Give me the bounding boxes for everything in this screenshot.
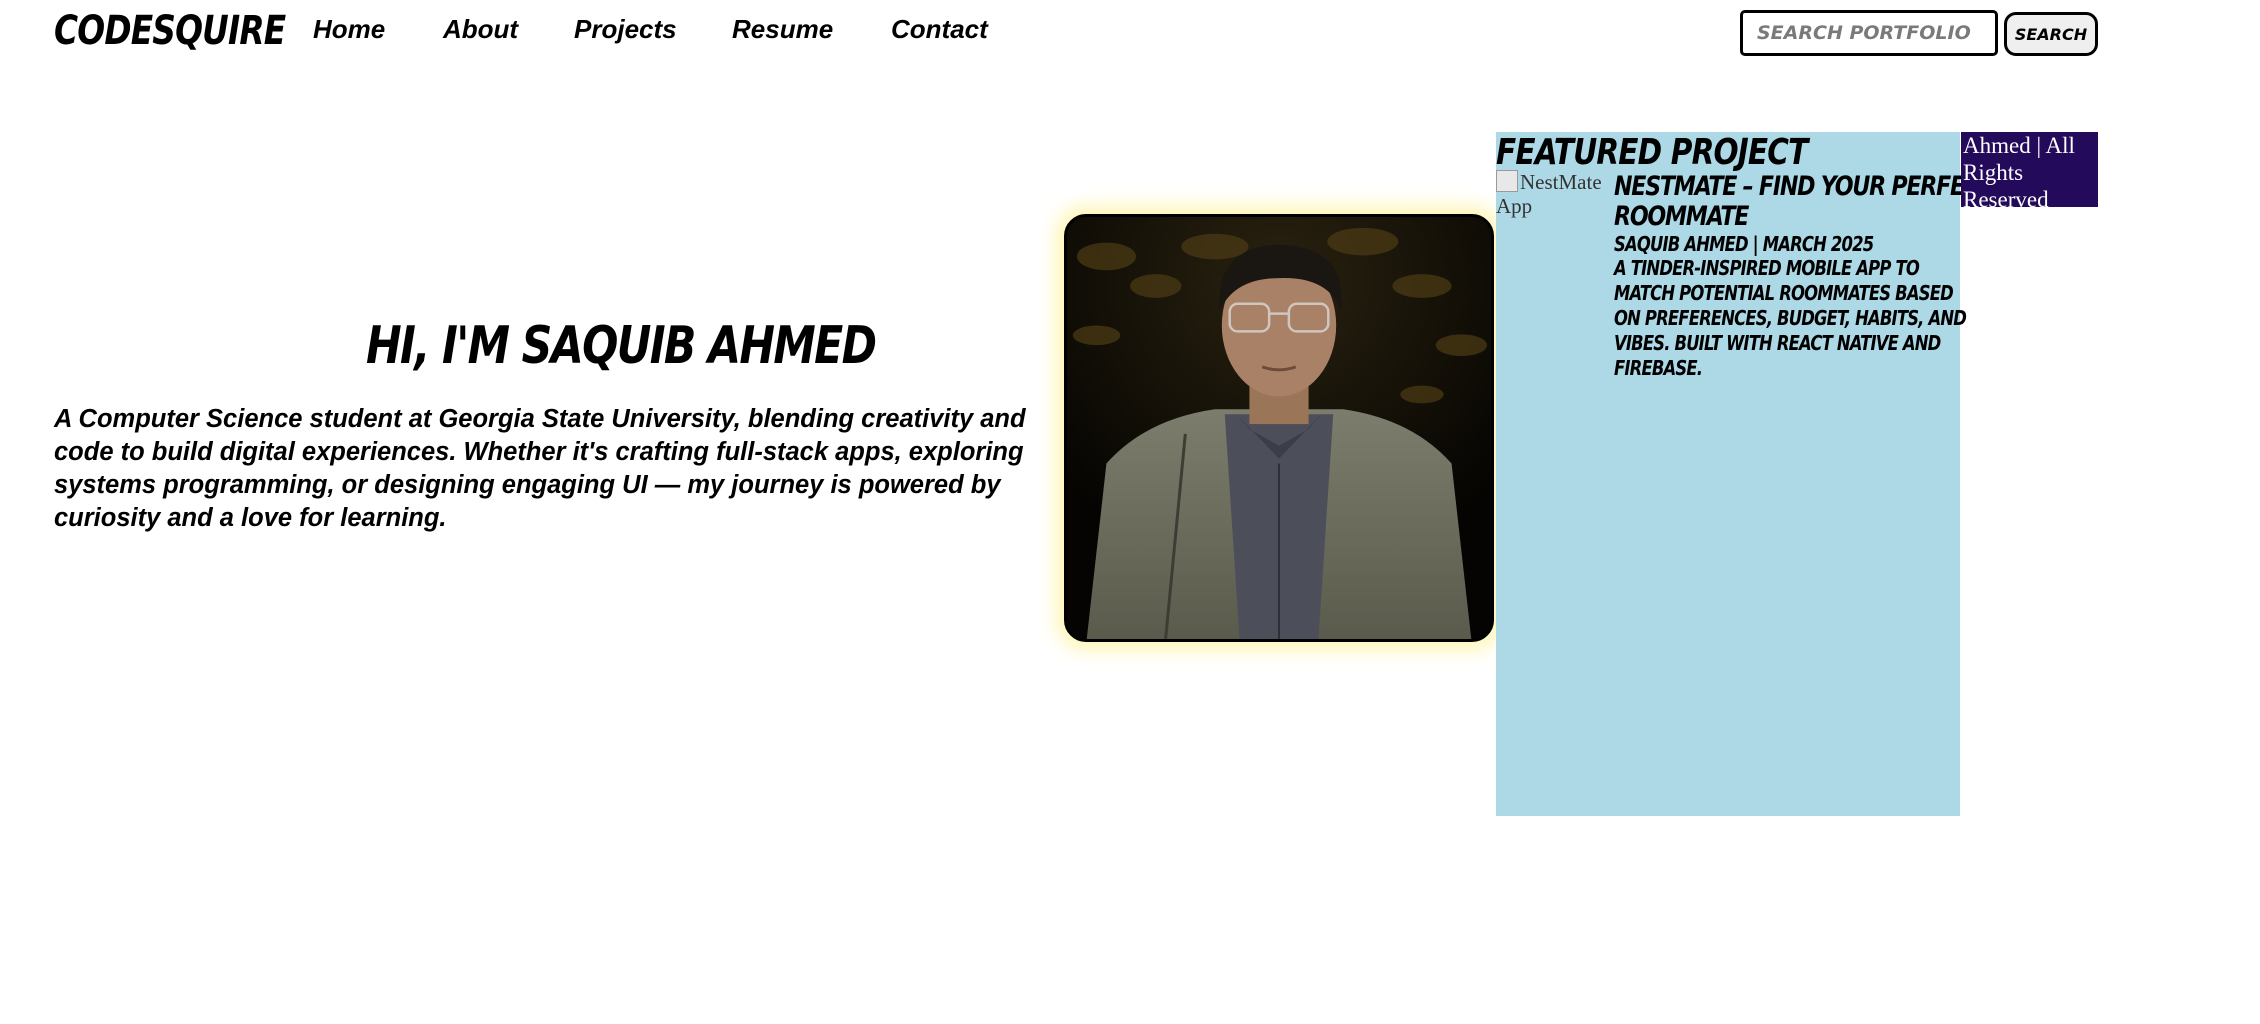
footer-copyright: Ahmed | All Rights Reserved: [1961, 132, 2098, 207]
nav-link-home[interactable]: Home: [313, 14, 385, 45]
project-description-line-1: A Tinder-inspired mobile app to: [1614, 256, 1920, 280]
project-description-line-4: vibes. Built with React Native and: [1614, 331, 1941, 355]
featured-heading: Featured Project: [1496, 132, 1808, 173]
project-meta: Saquib Ahmed | March 2025: [1614, 232, 1874, 256]
featured-project-panel: Featured Project NestMate App NestMate –…: [1496, 132, 1994, 816]
search-button[interactable]: Search: [2004, 12, 2098, 56]
hero-description: A Computer Science student at Georgia St…: [54, 405, 1026, 532]
nav-link-resume[interactable]: Resume: [732, 14, 833, 45]
nav-link-projects[interactable]: Projects: [574, 14, 677, 45]
project-image: NestMate App: [1496, 170, 1608, 246]
project-description-line-2: match potential roommates based: [1614, 281, 1954, 305]
project-title-line-1: NestMate – Find Your Perfect: [1614, 171, 1994, 202]
site-logo[interactable]: CodeSquire: [54, 8, 286, 54]
broken-image-icon: [1496, 170, 1518, 192]
project-description-line-3: on preferences, budget, habits, and: [1614, 306, 1967, 330]
profile-photo-graphic: [1067, 217, 1491, 639]
search-input[interactable]: [1740, 10, 1998, 56]
project-description-line-5: Firebase.: [1614, 356, 1703, 380]
project-title[interactable]: NestMate – Find Your Perfect Roommate: [1614, 172, 1994, 232]
hero-title: Hi, I'm Saquib Ahmed: [366, 316, 877, 376]
project-title-line-2: Roommate: [1614, 201, 1749, 232]
nav-link-contact[interactable]: Contact: [891, 14, 988, 45]
profile-photo: [1064, 214, 1494, 642]
nav-link-about[interactable]: About: [443, 14, 518, 45]
project-description: A Tinder-inspired mobile app to match po…: [1614, 256, 1967, 381]
